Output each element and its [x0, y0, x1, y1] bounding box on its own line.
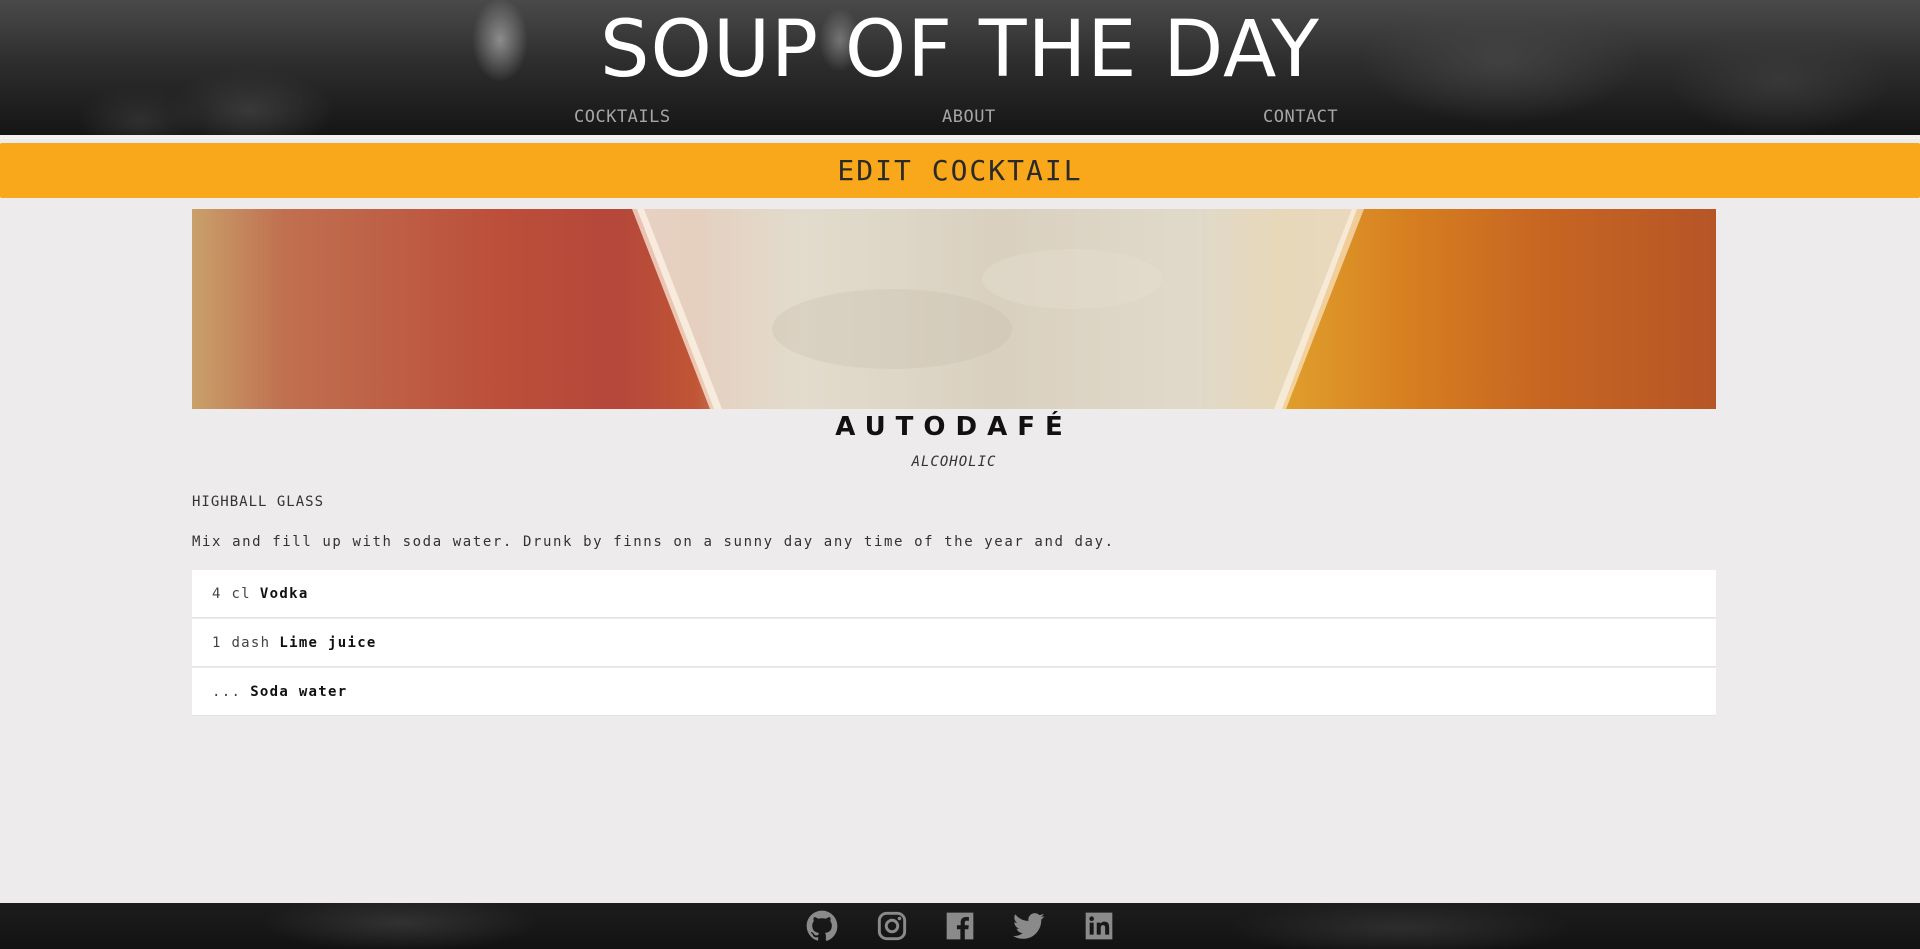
cocktail-name: AUTODAFÉ — [835, 412, 1073, 442]
cocktail-glass-type: HIGHBALL GLASS — [192, 494, 325, 510]
edit-cocktail-banner[interactable]: EDIT COCKTAIL — [0, 143, 1920, 198]
cocktail-hero-image — [192, 209, 1716, 409]
github-icon[interactable] — [806, 910, 838, 942]
facebook-icon[interactable] — [944, 910, 976, 942]
nav-cocktails-link[interactable]: COCKTAILS — [574, 106, 671, 128]
edit-cocktail-title[interactable]: EDIT COCKTAIL — [0, 143, 1920, 198]
linkedin-icon[interactable] — [1083, 910, 1115, 942]
cocktail-glass-illustration — [632, 209, 1364, 409]
nav-contact-link[interactable]: CONTACT — [1263, 106, 1338, 128]
cocktail-instructions: Mix and fill up with soda water. Drunk b… — [192, 534, 1115, 550]
site-header: SOUP OF THE DAY COCKTAILS ABOUT CONTACT — [0, 0, 1920, 139]
ingredient-item: 4 cl Vodka — [192, 570, 1716, 618]
site-footer — [0, 903, 1920, 949]
ingredient-measure: 1 dash — [212, 634, 271, 651]
nav-about-link[interactable]: ABOUT — [942, 106, 996, 128]
ingredient-measure: 4 cl — [212, 585, 251, 602]
ingredient-item: ... Soda water — [192, 668, 1716, 716]
ingredient-name: Lime juice — [279, 634, 377, 651]
cocktail-category: ALCOHOLIC — [911, 454, 997, 470]
ingredient-list: 4 cl Vodka 1 dash Lime juice ... Soda wa… — [192, 570, 1716, 717]
ingredient-item: 1 dash Lime juice — [192, 619, 1716, 667]
site-title[interactable]: SOUP OF THE DAY — [0, 0, 1920, 100]
instagram-icon[interactable] — [876, 910, 908, 942]
ingredient-name: Vodka — [259, 585, 309, 602]
ingredient-measure: ... — [212, 683, 242, 700]
twitter-icon[interactable] — [1013, 910, 1045, 942]
ingredient-name: Soda water — [250, 683, 348, 700]
